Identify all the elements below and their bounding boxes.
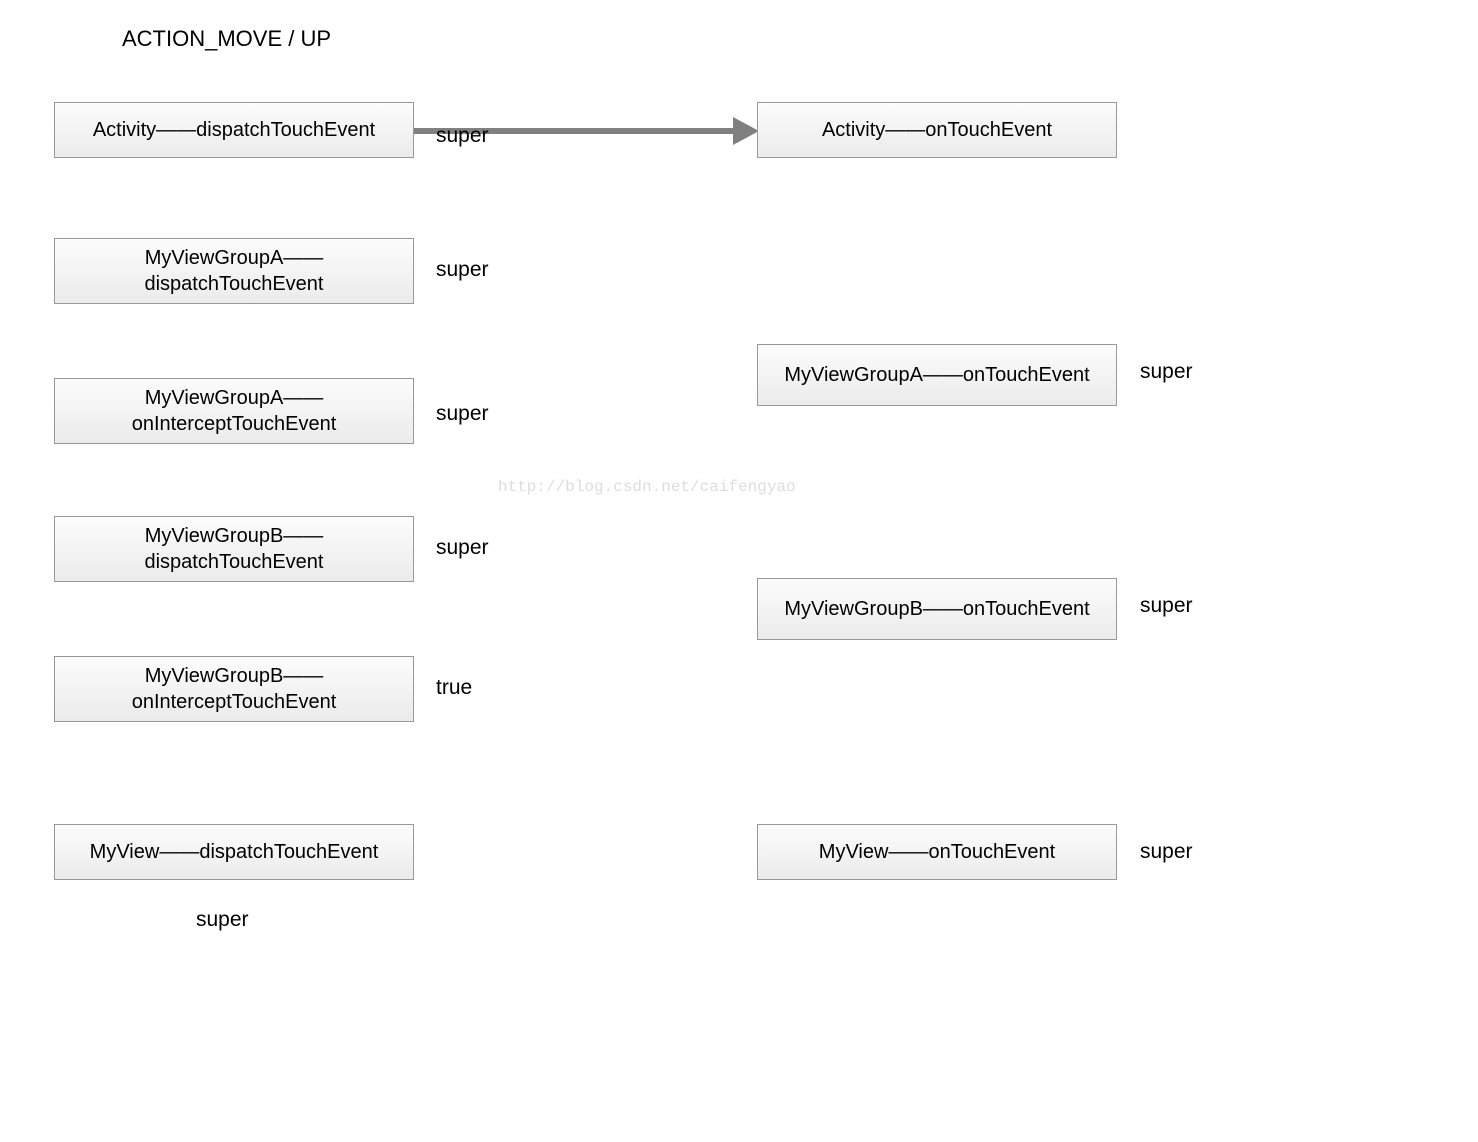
touch-event-diagram: ACTION_MOVE / UP Activity——dispatchTouch…	[0, 0, 1478, 1142]
node-group-a-intercept-text: MyViewGroupA—— onInterceptTouchEvent	[132, 385, 337, 437]
node-group-a-dispatch: MyViewGroupA—— dispatchTouchEvent	[54, 238, 414, 304]
label-group-b-touch: super	[1140, 594, 1193, 618]
arrow-activity-head	[733, 117, 759, 145]
node-group-b-intercept-text: MyViewGroupB—— onInterceptTouchEvent	[132, 663, 337, 715]
node-group-a-dispatch-text: MyViewGroupA—— dispatchTouchEvent	[144, 245, 323, 297]
diagram-title: ACTION_MOVE / UP	[122, 26, 331, 52]
node-group-a-touch-text: MyViewGroupA——onTouchEvent	[784, 362, 1089, 388]
node-group-b-dispatch-text: MyViewGroupB—— dispatchTouchEvent	[144, 523, 323, 575]
label-activity-dispatch: super	[436, 124, 489, 148]
node-group-b-touch-text: MyViewGroupB——onTouchEvent	[784, 596, 1089, 622]
node-group-b-intercept: MyViewGroupB—— onInterceptTouchEvent	[54, 656, 414, 722]
label-myview-touch: super	[1140, 840, 1193, 864]
label-myview-dispatch: super	[196, 908, 249, 932]
node-myview-dispatch: MyView——dispatchTouchEvent	[54, 824, 414, 880]
node-group-a-intercept: MyViewGroupA—— onInterceptTouchEvent	[54, 378, 414, 444]
watermark: http://blog.csdn.net/caifengyao	[498, 478, 796, 496]
node-myview-touch: MyView——onTouchEvent	[757, 824, 1117, 880]
label-group-a-dispatch: super	[436, 258, 489, 282]
label-group-b-intercept: true	[436, 676, 472, 700]
node-myview-touch-text: MyView——onTouchEvent	[819, 839, 1055, 865]
label-group-a-touch: super	[1140, 360, 1193, 384]
label-group-a-intercept: super	[436, 402, 489, 426]
node-group-b-touch: MyViewGroupB——onTouchEvent	[757, 578, 1117, 640]
node-group-a-touch: MyViewGroupA——onTouchEvent	[757, 344, 1117, 406]
node-myview-dispatch-text: MyView——dispatchTouchEvent	[90, 839, 379, 865]
label-group-b-dispatch: super	[436, 536, 489, 560]
node-activity-dispatch-text: Activity——dispatchTouchEvent	[93, 117, 375, 143]
node-activity-touch-text: Activity——onTouchEvent	[822, 117, 1052, 143]
node-group-b-dispatch: MyViewGroupB—— dispatchTouchEvent	[54, 516, 414, 582]
node-activity-touch: Activity——onTouchEvent	[757, 102, 1117, 158]
node-activity-dispatch: Activity——dispatchTouchEvent	[54, 102, 414, 158]
